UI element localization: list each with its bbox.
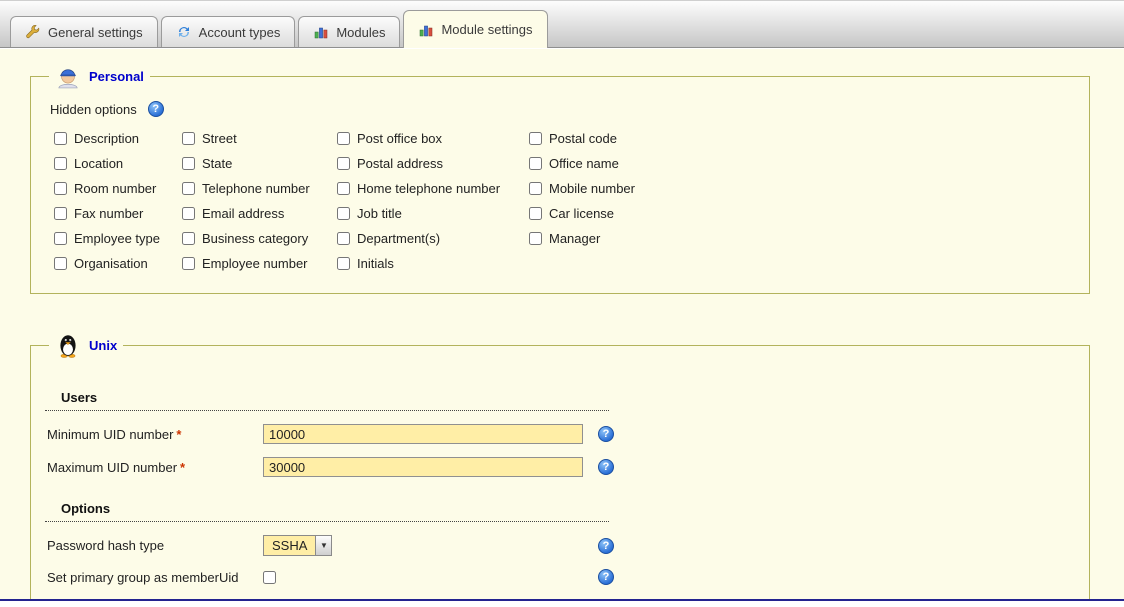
- hidden-option[interactable]: Postal code: [529, 131, 1075, 146]
- checkbox[interactable]: [182, 257, 195, 270]
- modules-icon: [313, 24, 329, 40]
- hidden-options-grid: Description Street Post office box Posta…: [54, 131, 1075, 271]
- help-icon[interactable]: ?: [598, 569, 614, 585]
- checkbox[interactable]: [182, 232, 195, 245]
- checkbox[interactable]: [54, 207, 67, 220]
- hidden-option[interactable]: Post office box: [337, 131, 529, 146]
- module-settings-icon: [418, 22, 434, 38]
- hidden-option[interactable]: Employee number: [182, 256, 337, 271]
- checkbox[interactable]: [54, 232, 67, 245]
- module-settings-page: Personal Hidden options ? Description St…: [0, 49, 1124, 599]
- help-icon[interactable]: ?: [598, 459, 614, 475]
- checkbox[interactable]: [337, 157, 350, 170]
- checkbox[interactable]: [182, 182, 195, 195]
- checkbox[interactable]: [182, 157, 195, 170]
- personal-legend-label: Personal: [89, 69, 144, 84]
- checkbox[interactable]: [54, 182, 67, 195]
- checkbox[interactable]: [337, 232, 350, 245]
- hidden-option[interactable]: Department(s): [337, 231, 529, 246]
- gears-icon: [176, 24, 192, 40]
- member-uid-label: Set primary group as memberUid: [47, 570, 263, 585]
- hidden-option[interactable]: Street: [182, 131, 337, 146]
- person-icon: [55, 63, 81, 89]
- bottom-rule: [0, 599, 1124, 601]
- hidden-option[interactable]: State: [182, 156, 337, 171]
- unix-fieldset: Unix Users Minimum UID number* ? Maximum…: [30, 332, 1090, 599]
- hidden-option[interactable]: Job title: [337, 206, 529, 221]
- tux-penguin-icon: [55, 332, 81, 358]
- tab-account-types[interactable]: Account types: [161, 16, 296, 47]
- personal-fieldset: Personal Hidden options ? Description St…: [30, 63, 1090, 294]
- checkbox[interactable]: [337, 132, 350, 145]
- checkbox[interactable]: [529, 232, 542, 245]
- wrench-icon: [25, 24, 41, 40]
- password-hash-label: Password hash type: [47, 538, 263, 553]
- tab-module-settings[interactable]: Module settings: [403, 10, 547, 48]
- checkbox[interactable]: [54, 132, 67, 145]
- personal-legend: Personal: [49, 63, 150, 89]
- hidden-option[interactable]: Email address: [182, 206, 337, 221]
- checkbox[interactable]: [54, 157, 67, 170]
- options-section-title: Options: [45, 501, 609, 522]
- hidden-option[interactable]: Mobile number: [529, 181, 1075, 196]
- checkbox[interactable]: [54, 257, 67, 270]
- min-uid-input[interactable]: [263, 424, 583, 444]
- member-uid-row: Set primary group as memberUid ?: [47, 569, 1075, 585]
- help-icon[interactable]: ?: [148, 101, 164, 117]
- checkbox[interactable]: [337, 182, 350, 195]
- hidden-option[interactable]: Business category: [182, 231, 337, 246]
- tab-general-settings[interactable]: General settings: [10, 16, 158, 47]
- tab-label: Account types: [199, 25, 281, 40]
- checkbox[interactable]: [529, 207, 542, 220]
- tab-modules[interactable]: Modules: [298, 16, 400, 47]
- tab-label: General settings: [48, 25, 143, 40]
- hidden-option[interactable]: Manager: [529, 231, 1075, 246]
- unix-legend: Unix: [49, 332, 123, 358]
- hidden-option[interactable]: Home telephone number: [337, 181, 529, 196]
- hidden-option[interactable]: Car license: [529, 206, 1075, 221]
- tab-label: Module settings: [441, 22, 532, 37]
- max-uid-input[interactable]: [263, 457, 583, 477]
- checkbox[interactable]: [337, 207, 350, 220]
- hidden-option[interactable]: Office name: [529, 156, 1075, 171]
- checkbox[interactable]: [529, 182, 542, 195]
- hidden-options-label: Hidden options: [50, 102, 137, 117]
- checkbox[interactable]: [337, 257, 350, 270]
- hidden-option[interactable]: Initials: [337, 256, 529, 271]
- required-marker: *: [176, 427, 181, 442]
- checkbox[interactable]: [529, 157, 542, 170]
- tab-label: Modules: [336, 25, 385, 40]
- min-uid-row: Minimum UID number* ?: [47, 424, 1075, 444]
- hidden-options-row: Hidden options ?: [50, 101, 1075, 117]
- member-uid-checkbox[interactable]: [263, 571, 276, 584]
- hidden-option[interactable]: Fax number: [54, 206, 182, 221]
- max-uid-row: Maximum UID number* ?: [47, 457, 1075, 477]
- max-uid-label: Maximum UID number*: [47, 460, 263, 475]
- unix-legend-label: Unix: [89, 338, 117, 353]
- password-hash-row: Password hash type SSHA ▼ ?: [47, 535, 1075, 556]
- min-uid-label: Minimum UID number*: [47, 427, 263, 442]
- tab-bar: General settings Account types Modules: [0, 0, 1124, 48]
- checkbox[interactable]: [182, 132, 195, 145]
- checkbox[interactable]: [529, 132, 542, 145]
- required-marker: *: [180, 460, 185, 475]
- checkbox[interactable]: [182, 207, 195, 220]
- hidden-option[interactable]: Employee type: [54, 231, 182, 246]
- help-icon[interactable]: ?: [598, 426, 614, 442]
- password-hash-selected-value: SSHA: [264, 536, 315, 555]
- hidden-option[interactable]: Organisation: [54, 256, 182, 271]
- help-icon[interactable]: ?: [598, 538, 614, 554]
- hidden-option[interactable]: Room number: [54, 181, 182, 196]
- hidden-option[interactable]: Description: [54, 131, 182, 146]
- users-section-title: Users: [45, 390, 609, 411]
- hidden-option[interactable]: Telephone number: [182, 181, 337, 196]
- hidden-option[interactable]: Postal address: [337, 156, 529, 171]
- dropdown-arrow-icon[interactable]: ▼: [315, 536, 331, 555]
- hidden-option[interactable]: Location: [54, 156, 182, 171]
- password-hash-select[interactable]: SSHA ▼: [263, 535, 332, 556]
